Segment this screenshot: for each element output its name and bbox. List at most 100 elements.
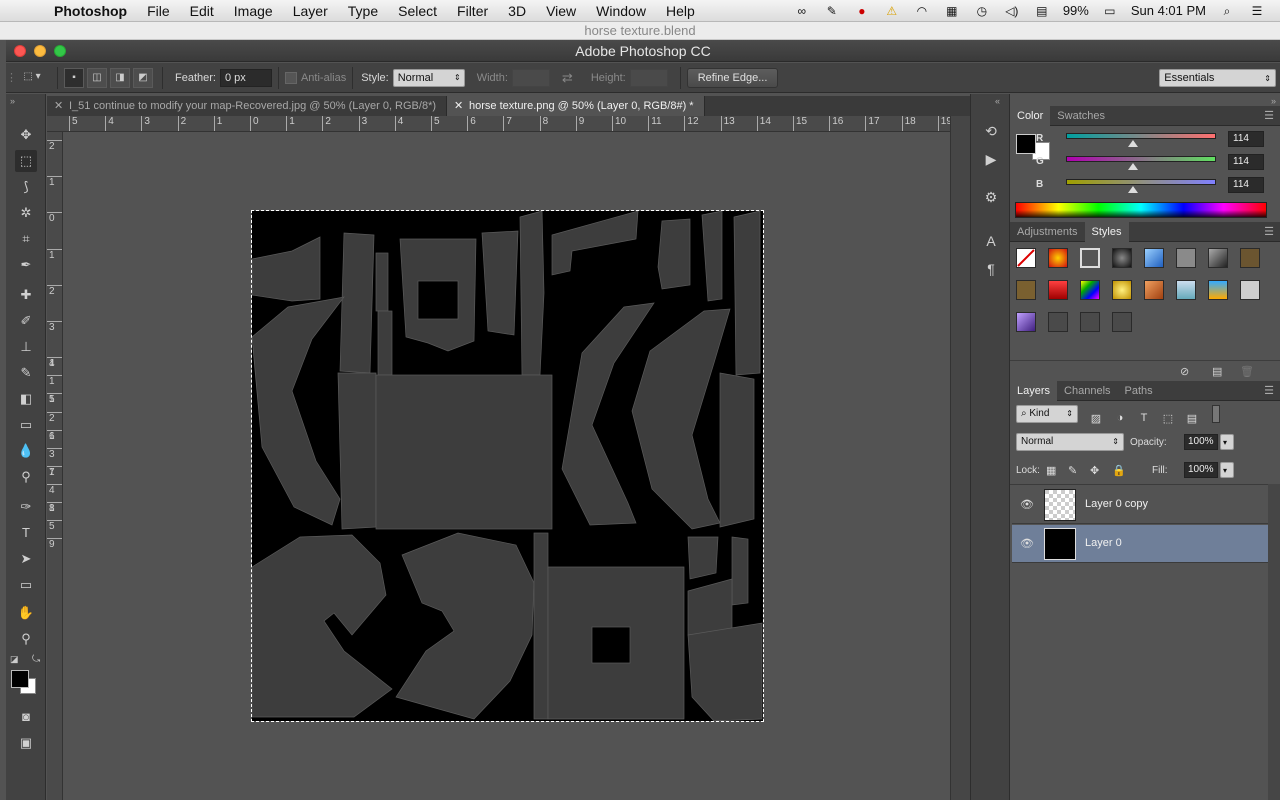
layer-name[interactable]: Layer 0 copy xyxy=(1085,498,1148,510)
tab-horse-texture[interactable]: ✕ horse texture.png @ 50% (Layer 0, RGB/… xyxy=(447,96,705,116)
red-slider-thumb[interactable] xyxy=(1128,140,1138,147)
screen-mode-icon[interactable]: ▣ xyxy=(15,732,37,754)
canvas-vertical-scrollbar[interactable] xyxy=(950,116,970,800)
style-select[interactable]: Normal ⇕ xyxy=(392,68,465,87)
filter-toggle-switch[interactable] xyxy=(1212,405,1220,423)
close-tab-icon[interactable]: ✕ xyxy=(454,96,463,116)
menu-file[interactable]: File xyxy=(137,3,180,19)
time-machine-icon[interactable]: ◷ xyxy=(973,4,991,18)
lock-all-icon[interactable]: 🔒 xyxy=(1112,464,1126,477)
style-swatch[interactable] xyxy=(1080,280,1100,300)
tool-preset-marquee-icon[interactable]: ⬚ ▾ xyxy=(16,68,48,88)
clear-style-icon[interactable]: ⊘ xyxy=(1180,365,1189,378)
path-selection-tool-icon[interactable]: ➤ xyxy=(15,548,37,570)
add-to-selection-button[interactable]: ◫ xyxy=(87,67,107,88)
tab-recovered-map[interactable]: ✕ I_51 continue to modify your map-Recov… xyxy=(47,96,448,116)
close-tab-icon[interactable]: ✕ xyxy=(54,96,63,116)
layer-filter-kind-select[interactable]: ⌕ Kind ⇕ xyxy=(1016,405,1078,423)
red-slider-track[interactable] xyxy=(1066,133,1216,139)
antialias-checkbox[interactable] xyxy=(284,71,297,84)
vertical-ruler[interactable]: 2101234567891112131415 xyxy=(47,132,63,800)
panel-menu-icon[interactable]: ☰ xyxy=(1264,381,1280,400)
opacity-input[interactable]: 100% xyxy=(1184,434,1218,450)
delete-style-icon[interactable]: 🗑 xyxy=(1240,365,1254,378)
close-window-button[interactable] xyxy=(14,45,26,57)
rectangle-tool-icon[interactable]: ▭ xyxy=(15,574,37,596)
tab-styles[interactable]: Styles xyxy=(1084,222,1129,242)
clone-stamp-tool-icon[interactable]: ⊥ xyxy=(15,336,37,358)
move-tool-icon[interactable]: ✥ xyxy=(15,124,37,146)
layer-name[interactable]: Layer 0 xyxy=(1085,537,1122,549)
tab-layers[interactable]: Layers xyxy=(1010,381,1058,401)
document-canvas[interactable] xyxy=(251,210,764,722)
blue-slider-thumb[interactable] xyxy=(1128,186,1138,193)
style-swatch[interactable] xyxy=(1048,248,1068,268)
new-selection-button[interactable]: ▪ xyxy=(64,67,84,88)
style-swatch[interactable] xyxy=(1112,280,1132,300)
pen-tablet-icon[interactable]: ✎ xyxy=(823,4,841,18)
blue-value-input[interactable]: 114 xyxy=(1228,177,1264,193)
style-swatch[interactable] xyxy=(1144,248,1164,268)
style-swatch[interactable] xyxy=(1240,248,1260,268)
lasso-tool-icon[interactable]: ⟆ xyxy=(15,176,37,198)
workspace-select[interactable]: Essentials ⇕ xyxy=(1159,68,1276,87)
filter-shape-icon[interactable]: ⬚ xyxy=(1160,412,1176,425)
layer-row-layer-0[interactable]: 👁 Layer 0 xyxy=(1012,525,1268,563)
history-panel-icon[interactable]: ⟲ xyxy=(980,120,1002,142)
tab-channels[interactable]: Channels xyxy=(1057,381,1117,401)
menu-image[interactable]: Image xyxy=(224,3,283,19)
swap-colors-icon[interactable]: ⤿ xyxy=(32,654,40,665)
style-swatch[interactable] xyxy=(1144,280,1164,300)
magic-wand-tool-icon[interactable]: ✲ xyxy=(15,202,37,224)
lock-position-icon[interactable]: ✥ xyxy=(1090,464,1099,477)
battery-icon[interactable]: ▭ xyxy=(1101,4,1119,18)
style-none-swatch[interactable] xyxy=(1016,248,1036,268)
calendar-icon[interactable]: ▤ xyxy=(1033,4,1051,18)
blue-slider-track[interactable] xyxy=(1066,179,1216,185)
crop-tool-icon[interactable]: ⌗ xyxy=(15,228,37,250)
gradient-tool-icon[interactable]: ▭ xyxy=(15,414,37,436)
style-swatch[interactable] xyxy=(1048,280,1068,300)
filter-pixel-icon[interactable]: ▨ xyxy=(1088,412,1104,425)
horizontal-ruler[interactable]: 54321012345678910111213141516171819 xyxy=(47,116,950,132)
paragraph-panel-icon[interactable]: ¶ xyxy=(980,258,1002,280)
menu-help[interactable]: Help xyxy=(656,3,705,19)
menu-view[interactable]: View xyxy=(536,3,586,19)
style-swatch[interactable] xyxy=(1208,248,1228,268)
width-input[interactable] xyxy=(511,68,550,87)
clock[interactable]: Sun 4:01 PM xyxy=(1131,3,1206,18)
tab-color[interactable]: Color xyxy=(1010,106,1051,126)
volume-icon[interactable]: ◁) xyxy=(1003,4,1021,18)
character-panel-icon[interactable]: A xyxy=(980,230,1002,252)
actions-panel-icon[interactable]: ▶ xyxy=(980,148,1002,170)
menu-app-name[interactable]: Photoshop xyxy=(44,3,137,19)
subtract-from-selection-button[interactable]: ◨ xyxy=(110,67,130,88)
swap-dimensions-icon[interactable]: ⇄ xyxy=(562,70,573,86)
red-slider[interactable]: R 114 xyxy=(1032,131,1272,151)
style-swatch[interactable] xyxy=(1016,280,1036,300)
refine-edge-button[interactable]: Refine Edge... xyxy=(686,67,779,88)
tab-swatches[interactable]: Swatches xyxy=(1050,106,1112,126)
menu-type[interactable]: Type xyxy=(338,3,388,19)
panel-menu-icon[interactable]: ☰ xyxy=(1264,106,1280,125)
style-swatch[interactable] xyxy=(1176,280,1196,300)
rectangular-marquee-tool-icon[interactable]: ⬚ xyxy=(15,150,37,172)
height-input[interactable] xyxy=(629,68,668,87)
visibility-eye-icon[interactable]: 👁 xyxy=(1020,537,1034,550)
opacity-dropdown-icon[interactable]: ▾ xyxy=(1220,434,1234,450)
menu-edit[interactable]: Edit xyxy=(180,3,224,19)
battery-percent[interactable]: 99% xyxy=(1063,3,1089,18)
blend-mode-select[interactable]: Normal ⇕ xyxy=(1016,433,1124,451)
style-swatch[interactable] xyxy=(1240,280,1260,300)
blue-slider[interactable]: B 114 xyxy=(1032,177,1272,197)
red-value-input[interactable]: 114 xyxy=(1228,131,1264,147)
brush-tool-icon[interactable]: ✐ xyxy=(15,310,37,332)
history-brush-tool-icon[interactable]: ✎ xyxy=(15,362,37,384)
wifi-icon[interactable]: ◠ xyxy=(913,4,931,18)
menu-filter[interactable]: Filter xyxy=(447,3,498,19)
style-swatch[interactable] xyxy=(1112,312,1132,332)
lock-image-pixels-icon[interactable]: ✎ xyxy=(1068,464,1077,477)
blur-tool-icon[interactable]: 💧 xyxy=(15,440,37,462)
background-window-titlebar[interactable]: horse texture.blend xyxy=(0,22,1280,40)
fill-dropdown-icon[interactable]: ▾ xyxy=(1220,462,1234,478)
